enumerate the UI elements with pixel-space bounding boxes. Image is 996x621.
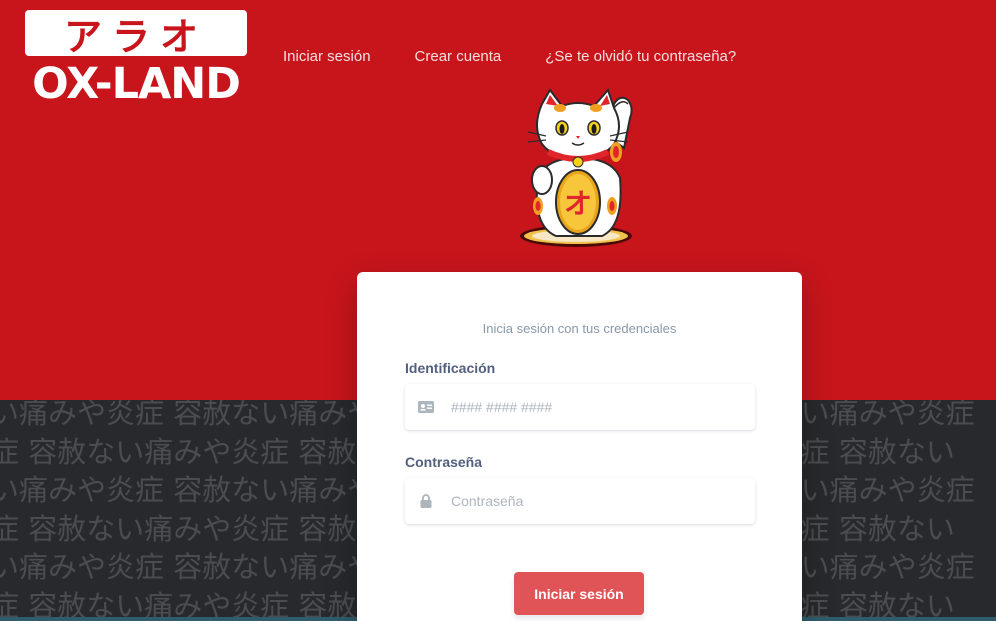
login-card: Inicia sesión con tus credenciales Ident… <box>357 272 802 621</box>
password-label: Contraseña <box>405 454 483 470</box>
login-submit-button[interactable]: Iniciar sesión <box>514 572 644 615</box>
password-input[interactable] <box>451 481 741 521</box>
id-label: Identificación <box>405 360 496 376</box>
id-field-group <box>405 384 755 430</box>
coin-character: オ <box>564 187 592 220</box>
logo-kana-plate: アラオ <box>25 10 247 59</box>
password-field-group <box>405 478 755 524</box>
top-nav: Iniciar sesión Crear cuenta ¿Se te olvid… <box>283 48 780 65</box>
id-card-icon <box>405 401 443 413</box>
nav-forgot-password-link[interactable]: ¿Se te olvidó tu contraseña? <box>545 48 736 65</box>
nav-login-link[interactable]: Iniciar sesión <box>283 48 371 65</box>
logo-kana-text: アラオ <box>63 14 208 59</box>
nav-register-link[interactable]: Crear cuenta <box>415 48 502 65</box>
logo-wordmark: OX-LAND <box>32 59 241 109</box>
id-input[interactable] <box>451 387 741 427</box>
lock-icon <box>405 494 443 508</box>
brand-logo[interactable]: アラオ OX-LAND <box>25 10 247 106</box>
login-subtitle: Inicia sesión con tus credenciales <box>482 321 677 336</box>
lucky-cat-mascot: オ <box>520 88 633 247</box>
